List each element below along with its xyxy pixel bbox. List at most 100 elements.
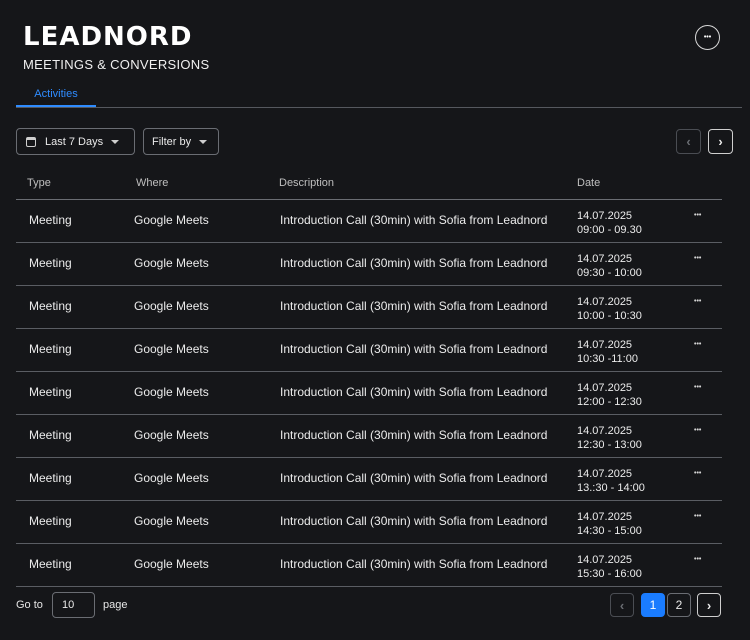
cell-date-time: 14:30 - 15:00 [577, 525, 642, 537]
cell-type: Meeting [29, 428, 72, 442]
column-header-date: Date [577, 177, 601, 189]
row-more-icon[interactable]: ••• [694, 255, 701, 262]
row-more-icon[interactable]: ••• [694, 298, 701, 305]
cell-date-day: 14.07.2025 [577, 382, 633, 394]
cell-where: Google Meets [134, 256, 209, 270]
cell-date: 14.07.2025 12:30 - 13:00 [577, 424, 642, 452]
page-button-1[interactable]: 1 [641, 593, 665, 617]
cell-date-time: 09:30 - 10:00 [577, 267, 642, 279]
row-more-icon[interactable]: ••• [694, 556, 701, 563]
cell-type: Meeting [29, 514, 72, 528]
calendar-icon [26, 136, 36, 147]
cell-date: 14.07.2025 13.:30 - 14:00 [577, 467, 645, 495]
chevron-down-icon [111, 139, 120, 144]
cell-date-day: 14.07.2025 [577, 339, 633, 351]
cell-where: Google Meets [134, 385, 209, 399]
chevron-right-icon: › [718, 134, 723, 149]
cell-type: Meeting [29, 471, 72, 485]
pagination-prev-button[interactable]: ‹ [610, 593, 634, 617]
activities-table: Type Where Description Date Meeting Googl… [16, 170, 722, 587]
brand-title: LEADNORD [23, 22, 193, 52]
cell-description: Introduction Call (30min) with Sofia fro… [280, 514, 548, 528]
goto-page-input[interactable] [52, 592, 95, 618]
cell-description: Introduction Call (30min) with Sofia fro… [280, 213, 548, 227]
cell-date-day: 14.07.2025 [577, 554, 633, 566]
column-header-where: Where [136, 177, 169, 189]
cell-description: Introduction Call (30min) with Sofia fro… [280, 557, 548, 571]
pagination-next-button[interactable]: › [697, 593, 721, 617]
chevron-right-icon: › [706, 597, 712, 613]
goto-label: Go to [16, 599, 43, 611]
cell-type: Meeting [29, 299, 72, 313]
cell-description: Introduction Call (30min) with Sofia fro… [280, 342, 548, 356]
row-more-icon[interactable]: ••• [694, 384, 701, 391]
cell-date-time: 15:30 - 16:00 [577, 568, 642, 580]
cell-date-time: 13.:30 - 14:00 [577, 482, 645, 494]
table-row[interactable]: Meeting Google Meets Introduction Call (30… [16, 544, 722, 587]
cell-date: 14.07.2025 15:30 - 16:00 [577, 553, 642, 581]
tab-bar: Activities [16, 86, 742, 108]
prev-button[interactable]: ‹ [676, 129, 701, 154]
cell-type: Meeting [29, 342, 72, 356]
table-row[interactable]: Meeting Google Meets Introduction Call (30… [16, 200, 722, 243]
page-label: page [103, 599, 128, 611]
row-more-icon[interactable]: ••• [694, 212, 701, 219]
cell-date: 14.07.2025 12:00 - 12:30 [577, 381, 642, 409]
page-subtitle: MEETINGS & CONVERSIONS [23, 57, 210, 72]
filter-label: Filter by [152, 135, 192, 148]
table-row[interactable]: Meeting Google Meets Introduction Call (30… [16, 372, 722, 415]
cell-date-time: 10:30 -11:00 [577, 353, 638, 365]
table-row[interactable]: Meeting Google Meets Introduction Call (30… [16, 501, 722, 544]
filter-dropdown[interactable]: Filter by [143, 128, 219, 155]
cell-where: Google Meets [134, 299, 209, 313]
cell-date-day: 14.07.2025 [577, 425, 633, 437]
next-button[interactable]: › [708, 129, 733, 154]
cell-date: 14.07.2025 14:30 - 15:00 [577, 510, 642, 538]
cell-date-day: 14.07.2025 [577, 511, 633, 523]
cell-type: Meeting [29, 256, 72, 270]
chevron-left-icon: ‹ [619, 597, 625, 613]
cell-where: Google Meets [134, 557, 209, 571]
table-row[interactable]: Meeting Google Meets Introduction Call (30… [16, 329, 722, 372]
cell-date: 14.07.2025 09:00 - 09.30 [577, 209, 642, 237]
cell-type: Meeting [29, 385, 72, 399]
column-header-description: Description [279, 177, 335, 189]
cell-where: Google Meets [134, 342, 209, 356]
row-more-icon[interactable]: ••• [694, 341, 701, 348]
cell-date: 14.07.2025 10:30 -11:00 [577, 338, 638, 366]
row-more-icon[interactable]: ••• [694, 513, 701, 520]
cell-date-time: 12:00 - 12:30 [577, 396, 642, 408]
more-icon: ••• [703, 34, 712, 41]
table-row[interactable]: Meeting Google Meets Introduction Call (30… [16, 286, 722, 329]
table-header: Type Where Description Date [16, 170, 722, 200]
row-more-icon[interactable]: ••• [694, 427, 701, 434]
cell-date: 14.07.2025 09:30 - 10:00 [577, 252, 642, 280]
cell-description: Introduction Call (30min) with Sofia fro… [280, 385, 548, 399]
cell-where: Google Meets [134, 428, 209, 442]
page-header: LEADNORD MEETINGS & CONVERSIONS ••• Acti… [0, 0, 750, 108]
cell-date-time: 10:00 - 10:30 [577, 310, 642, 322]
cell-where: Google Meets [134, 514, 209, 528]
cell-description: Introduction Call (30min) with Sofia fro… [280, 256, 548, 270]
page-button-2[interactable]: 2 [667, 593, 691, 617]
row-more-icon[interactable]: ••• [694, 470, 701, 477]
cell-description: Introduction Call (30min) with Sofia fro… [280, 471, 548, 485]
table-row[interactable]: Meeting Google Meets Introduction Call (30… [16, 415, 722, 458]
cell-date-day: 14.07.2025 [577, 468, 633, 480]
cell-date-day: 14.07.2025 [577, 253, 633, 265]
cell-date-day: 14.07.2025 [577, 210, 633, 222]
cell-description: Introduction Call (30min) with Sofia fro… [280, 428, 548, 442]
more-options-button[interactable]: ••• [695, 25, 720, 50]
date-range-dropdown[interactable]: Last 7 Days [16, 128, 135, 155]
date-range-label: Last 7 Days [45, 135, 104, 148]
cell-type: Meeting [29, 557, 72, 571]
cell-date-time: 12:30 - 13:00 [577, 439, 642, 451]
table-row[interactable]: Meeting Google Meets Introduction Call (30… [16, 458, 722, 501]
cell-date: 14.07.2025 10:00 - 10:30 [577, 295, 642, 323]
column-header-type: Type [27, 177, 51, 189]
chevron-left-icon: ‹ [686, 134, 691, 149]
table-row[interactable]: Meeting Google Meets Introduction Call (30… [16, 243, 722, 286]
tab-activities[interactable]: Activities [16, 86, 96, 107]
chevron-down-icon [199, 139, 208, 144]
cell-where: Google Meets [134, 471, 209, 485]
